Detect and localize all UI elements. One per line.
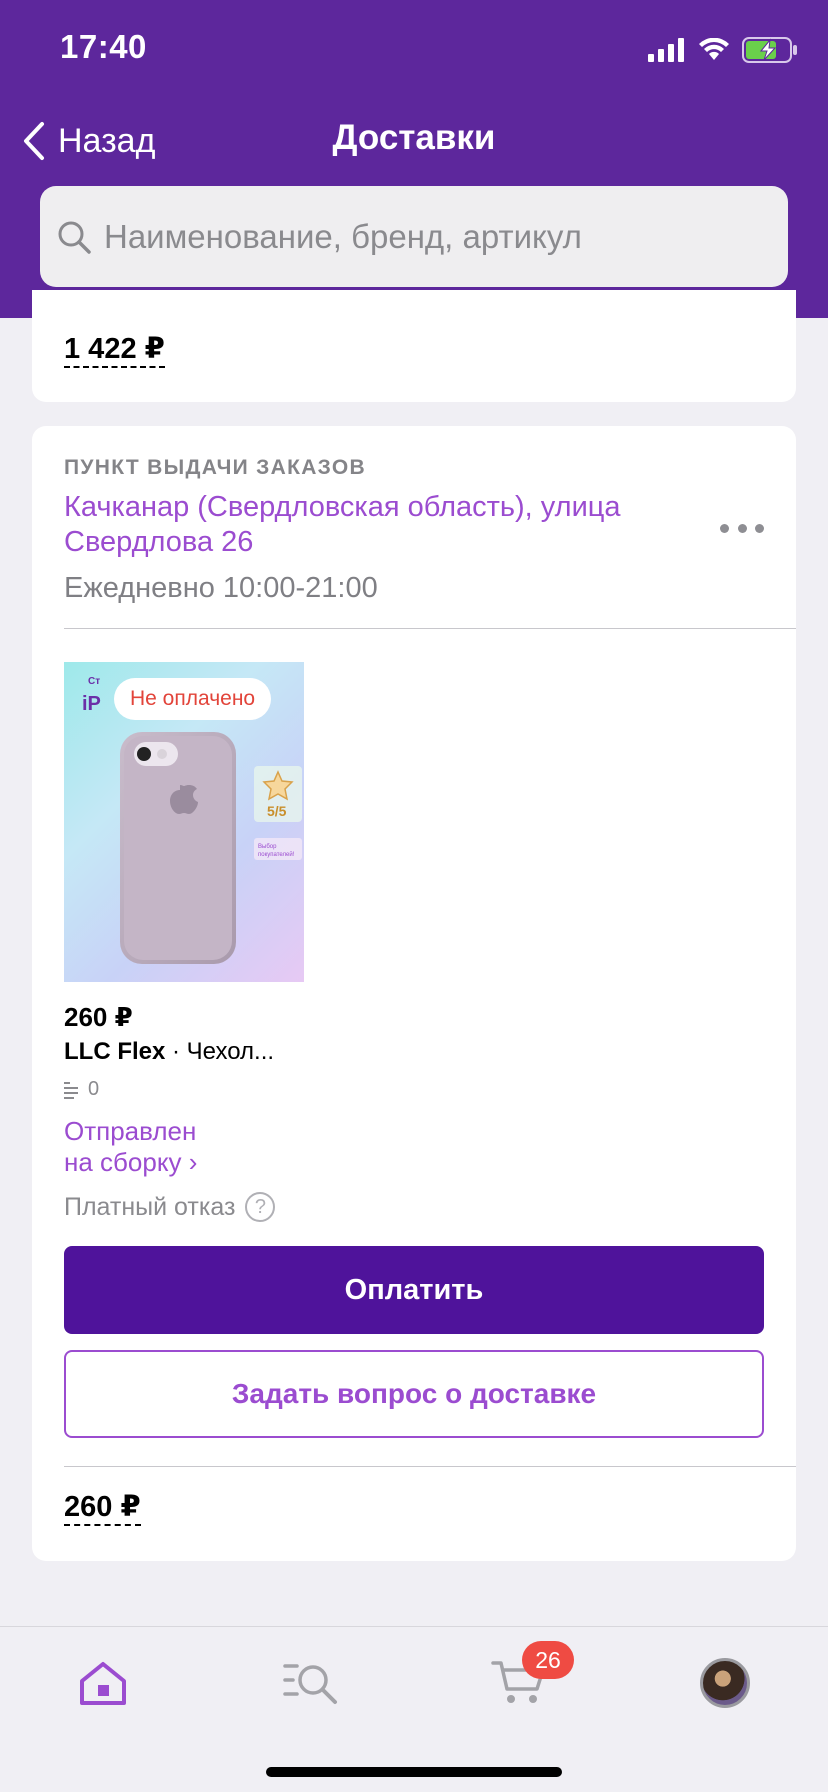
divider — [64, 1466, 796, 1467]
order-status-link[interactable]: Отправлен на сборку › — [64, 1116, 197, 1178]
search-input[interactable]: Наименование, бренд, артикул — [40, 186, 788, 287]
svg-text:Выбор: Выбор — [258, 844, 277, 850]
search-icon — [58, 221, 91, 254]
wifi-icon — [699, 38, 729, 60]
divider — [64, 628, 796, 629]
dot-icon — [720, 523, 729, 533]
ask-delivery-question-button[interactable]: Задать вопрос о доставке — [64, 1350, 764, 1438]
status-bar: 17:40 — [0, 0, 828, 100]
prev-delivery-total[interactable]: 1 422 ₽ — [64, 334, 165, 368]
avatar — [700, 1658, 750, 1708]
status-time: 17:40 — [60, 28, 147, 65]
cart-count-badge: 26 — [522, 1641, 574, 1679]
prev-delivery-card: 1 422 ₽ — [32, 290, 796, 402]
tab-profile[interactable] — [690, 1653, 760, 1713]
tab-cart[interactable]: 26 — [484, 1641, 574, 1713]
svg-text:Ст: Ст — [88, 676, 100, 687]
catalog-search-icon — [283, 1664, 337, 1704]
svg-text:iP: iP — [82, 693, 101, 715]
status-icons — [648, 36, 798, 64]
home-indicator[interactable] — [266, 1767, 562, 1777]
order-status-line1: Отправлен — [64, 1116, 197, 1146]
chevron-left-icon — [24, 122, 44, 160]
header: 17:40 Назад Доставки Наименование, бренд… — [0, 0, 828, 318]
pay-button[interactable]: Оплатить — [64, 1246, 764, 1334]
pickup-address[interactable]: Качканар (Свердловская область), улица С… — [64, 490, 704, 560]
search-placeholder: Наименование, бренд, артикул — [104, 217, 582, 255]
home-icon — [80, 1662, 126, 1705]
signal-icon — [648, 38, 684, 62]
item-brand: LLC Flex — [64, 1038, 166, 1065]
delivery-total[interactable]: 260 ₽ — [64, 1492, 141, 1526]
back-button[interactable]: Назад — [22, 118, 155, 164]
question-icon[interactable]: ? — [245, 1192, 276, 1222]
dot-icon — [737, 523, 747, 533]
pickup-point-caption: ПУНКТ ВЫДАЧИ ЗАКАЗОВ — [64, 456, 366, 479]
paid-refusal: Платный отказ ? — [64, 1192, 276, 1222]
paid-refusal-label: Платный отказ — [64, 1192, 236, 1221]
item-name: · Чехол... — [165, 1038, 275, 1065]
list-icon — [64, 1081, 78, 1099]
item-title[interactable]: LLC Flex · Чехол... — [64, 1038, 274, 1066]
back-label: Назад — [58, 121, 156, 160]
product-image[interactable]: Ст iP 5/5 Выбор покупателей! Не оплачено — [64, 662, 304, 982]
item-price: 260 ₽ — [64, 1002, 133, 1032]
image-rating-text: 5/5 — [267, 803, 287, 819]
pickup-hours: Ежедневно 10:00-21:00 — [64, 572, 378, 604]
order-status-line2: на сборку › — [64, 1147, 198, 1177]
delivery-card: ПУНКТ ВЫДАЧИ ЗАКАЗОВ Качканар (Свердловс… — [32, 426, 796, 1561]
more-options-button[interactable] — [720, 518, 764, 538]
dot-icon — [755, 523, 764, 533]
item-quantity: 0 — [64, 1078, 99, 1101]
unpaid-badge: Не оплачено — [114, 678, 272, 720]
tab-home[interactable] — [68, 1653, 138, 1713]
item-quantity-value: 0 — [88, 1078, 100, 1100]
tab-catalog[interactable] — [276, 1653, 346, 1713]
svg-text:покупателей!: покупателей! — [258, 851, 295, 858]
battery-icon — [742, 37, 797, 63]
